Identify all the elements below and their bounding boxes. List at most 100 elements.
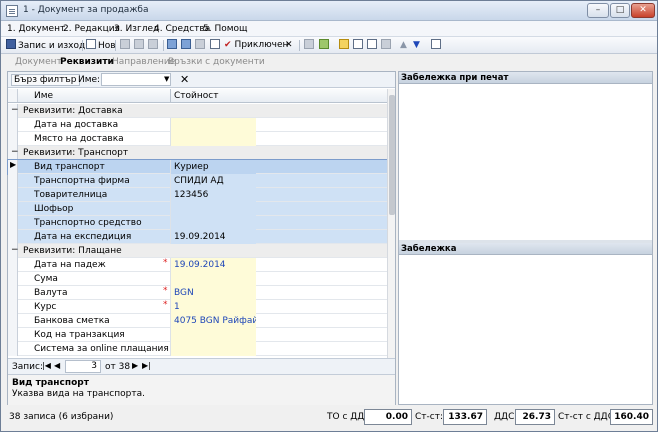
close-button[interactable]: ✕ — [631, 3, 655, 18]
close-doc-button[interactable]: ✔ Приключен — [224, 39, 288, 52]
table-row[interactable]: Код на транзакция — [8, 328, 387, 342]
menu-view[interactable]: 3. Изглед — [114, 24, 159, 34]
quick-filter-button[interactable]: Бърз филтър — [11, 74, 80, 86]
status-bar: 38 записа (6 избрани) ТО с ДДС: 0.00 Ст-… — [1, 405, 657, 431]
move-down-button[interactable]: ▼ — [413, 39, 420, 52]
print-note-textarea[interactable] — [399, 85, 652, 240]
refresh-icon — [319, 39, 329, 49]
table-row[interactable]: Място на доставка — [8, 132, 387, 146]
field-value[interactable] — [170, 132, 256, 146]
collapse-icon[interactable]: − — [11, 245, 19, 255]
field-value[interactable]: 1 — [170, 300, 256, 314]
tool-button-2[interactable] — [319, 39, 331, 52]
menu-help[interactable]: 5. Помощ — [203, 24, 248, 34]
table-row[interactable]: Дата на доставка — [8, 118, 387, 132]
field-value[interactable]: 19.09.2014 — [170, 258, 256, 272]
tab-requisites[interactable]: Реквизити — [60, 57, 114, 67]
first-record-icon[interactable]: |◀ — [42, 361, 51, 370]
maximize-button[interactable]: □ — [610, 3, 630, 18]
field-value[interactable]: Куриер — [170, 160, 256, 174]
field-value[interactable]: СПИДИ АД — [170, 174, 256, 188]
table-row[interactable]: ▶ Вид транспорт Куриер — [7, 159, 388, 175]
tool-button-4[interactable] — [353, 39, 365, 52]
scrollbar-thumb[interactable] — [389, 95, 395, 215]
tool-button-6[interactable] — [381, 39, 393, 52]
table-row[interactable]: Сума — [8, 272, 387, 286]
table-row[interactable]: Банкова сметка 4075 BGN Райфайзен… — [8, 314, 387, 328]
field-value[interactable] — [170, 328, 256, 342]
field-value[interactable]: BGN — [170, 286, 256, 300]
total-value: 160.40 — [610, 409, 653, 425]
new-button[interactable]: Нов — [86, 39, 116, 52]
tool-button-3[interactable] — [339, 39, 351, 52]
field-value[interactable]: 19.09.2014 — [170, 230, 256, 244]
move-up-button[interactable]: ▲ — [400, 39, 407, 52]
chevron-down-icon[interactable]: ▼ — [164, 75, 169, 83]
help-button[interactable] — [431, 39, 443, 52]
tab-document[interactable]: Документ — [15, 57, 62, 67]
field-value[interactable] — [170, 202, 256, 216]
table-row[interactable]: Дата на падеж * 19.09.2014 — [8, 258, 387, 272]
group-row[interactable]: Реквизити: Транспорт − — [8, 146, 387, 160]
table-row[interactable]: Шофьор — [8, 202, 387, 216]
next-record-icon[interactable]: ▶ — [132, 361, 138, 370]
prev-record-icon[interactable]: ◀ — [54, 361, 60, 370]
row-gutter — [8, 216, 18, 230]
field-value[interactable] — [170, 272, 256, 286]
record-number-input[interactable]: 3 — [65, 360, 101, 373]
help-icon — [431, 39, 441, 49]
field-value[interactable] — [170, 216, 256, 230]
table-row[interactable]: Валута * BGN — [8, 286, 387, 300]
collapse-icon[interactable]: − — [11, 147, 19, 157]
print-preview-button[interactable] — [181, 39, 193, 52]
filter-name-input[interactable] — [101, 73, 171, 86]
minimize-button[interactable]: – — [587, 3, 609, 18]
save-close-button[interactable]: Запис и изход — [6, 39, 85, 52]
tool-button-5[interactable] — [367, 39, 379, 52]
menu-tools[interactable]: 4. Средства — [154, 24, 210, 34]
group-row[interactable]: Реквизити: Доставка − — [8, 104, 387, 118]
menu-edit[interactable]: 2. Редакция — [63, 24, 120, 34]
vat-label: ДДС: — [494, 412, 518, 422]
table-row[interactable]: Транспортно средство — [8, 216, 387, 230]
table-row[interactable]: Курс * 1 — [8, 300, 387, 314]
menu-document[interactable]: 1. Документ — [7, 24, 65, 34]
vertical-scrollbar[interactable] — [387, 89, 395, 363]
description-text: Указва вида на транспорта. — [12, 389, 145, 399]
table-row[interactable]: Дата на експедиция 19.09.2014 — [8, 230, 387, 244]
field-value[interactable]: 123456 — [170, 188, 256, 202]
field-value[interactable] — [170, 342, 256, 356]
toolbar-separator — [299, 40, 300, 51]
table-row[interactable]: Система за online плащания — [8, 342, 387, 356]
group-label: Реквизити: Плащане — [23, 246, 122, 256]
paste-button[interactable] — [148, 39, 160, 52]
column-header-value[interactable]: Стойност — [170, 89, 256, 103]
print-button[interactable] — [167, 39, 179, 52]
edit-button[interactable] — [210, 39, 222, 52]
group-row[interactable]: Реквизити: Плащане − — [8, 244, 387, 258]
copy-icon — [134, 39, 144, 49]
row-gutter — [8, 132, 18, 146]
field-value[interactable]: 4075 BGN Райфайзен… — [170, 314, 256, 328]
export-button[interactable] — [195, 39, 207, 52]
clear-filter-icon[interactable]: ✕ — [180, 73, 189, 86]
collapse-icon[interactable]: − — [11, 105, 19, 115]
tab-direction[interactable]: Направление — [112, 57, 175, 67]
tab-links[interactable]: Връзки с документи — [168, 57, 265, 67]
row-gutter — [8, 174, 18, 188]
group-label: Реквизити: Транспорт — [23, 148, 129, 158]
tool-button-1[interactable] — [304, 39, 316, 52]
row-gutter — [8, 272, 18, 286]
delete-button[interactable]: ✕ — [285, 39, 293, 52]
field-value[interactable] — [170, 118, 256, 132]
table-row[interactable]: Транспортна фирма СПИДИ АД — [8, 174, 387, 188]
copy-button[interactable] — [134, 39, 146, 52]
table-row[interactable]: Товарителница 123456 — [8, 188, 387, 202]
window-title: 1 - Документ за продажба — [23, 5, 149, 15]
title-bar: 1 - Документ за продажба – □ ✕ — [1, 1, 657, 21]
cut-button[interactable] — [120, 39, 132, 52]
note-textarea[interactable] — [399, 256, 652, 404]
record-navigator: Запис: |◀ ◀ 3 от 38 ▶ ▶| — [8, 358, 395, 374]
last-record-icon[interactable]: ▶| — [142, 361, 151, 370]
column-header-name[interactable]: Име — [34, 91, 170, 101]
